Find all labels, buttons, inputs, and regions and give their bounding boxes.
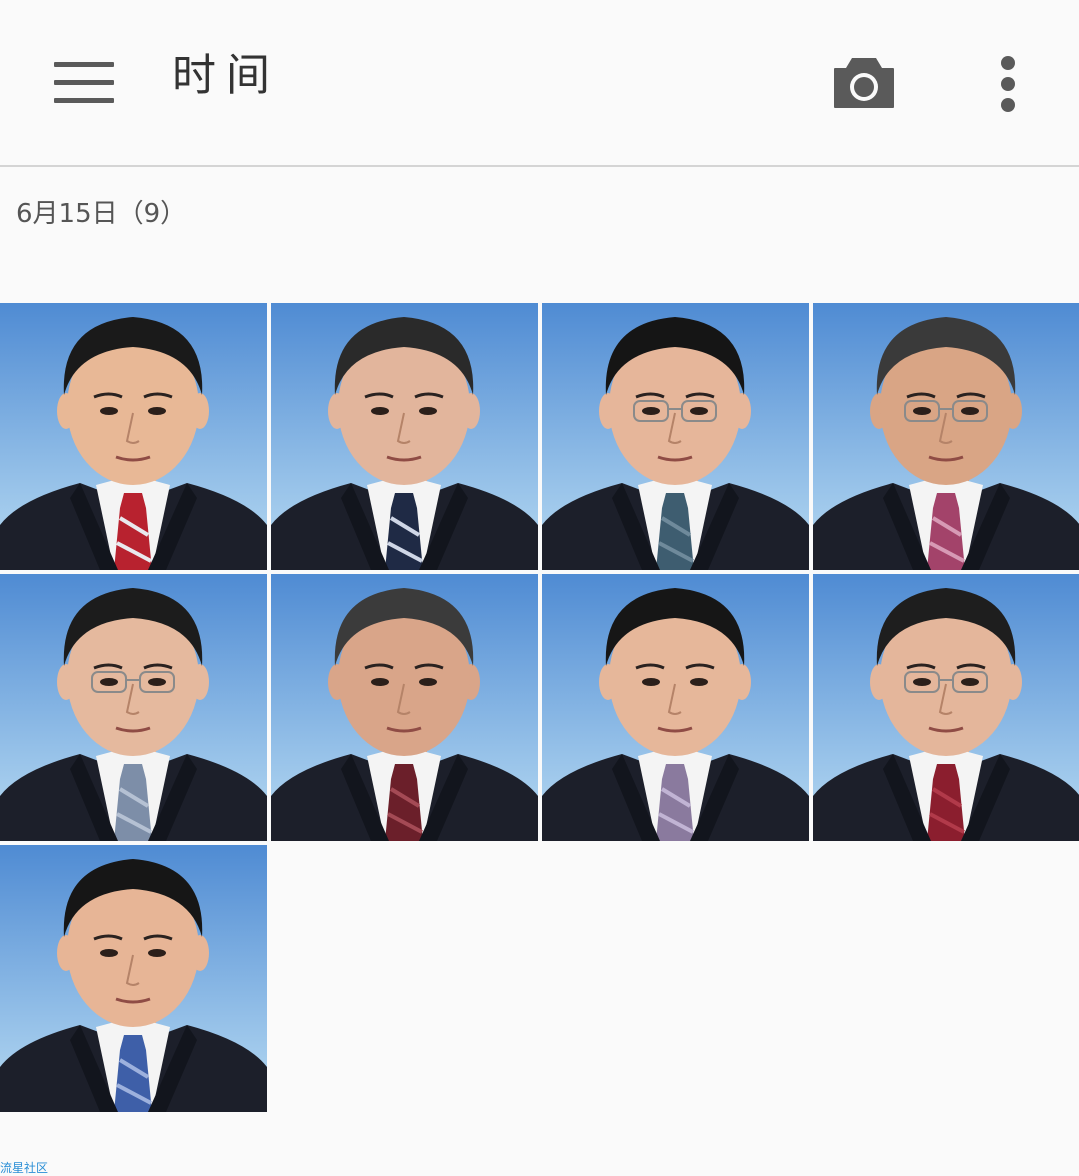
camera-icon: [834, 58, 894, 108]
more-vertical-icon-dot: [1001, 98, 1015, 112]
watermark-text: 流星社区: [0, 1161, 49, 1175]
photo-thumbnail[interactable]: [542, 574, 809, 841]
hamburger-menu-icon: [54, 62, 114, 67]
more-vertical-icon-dot: [1001, 77, 1015, 91]
more-vertical-icon: [1001, 56, 1015, 70]
more-options-button[interactable]: [984, 50, 1032, 120]
hamburger-menu-icon-line: [54, 98, 114, 103]
photo-thumbnail[interactable]: [813, 574, 1079, 841]
photo-thumbnail[interactable]: [813, 303, 1079, 570]
menu-button[interactable]: [48, 52, 120, 114]
app-bar: 时间: [0, 0, 1079, 167]
hamburger-menu-icon-line: [54, 80, 114, 85]
photo-thumbnail[interactable]: [271, 303, 538, 570]
camera-button[interactable]: [826, 50, 902, 120]
photo-thumbnail[interactable]: [0, 303, 267, 570]
page-title: 时间: [172, 50, 280, 101]
photo-thumbnail[interactable]: [0, 845, 267, 1112]
photo-thumbnail[interactable]: [0, 574, 267, 841]
date-section-header: 6月15日（9）: [16, 199, 187, 229]
photo-thumbnail[interactable]: [271, 574, 538, 841]
photo-thumbnail[interactable]: [542, 303, 809, 570]
